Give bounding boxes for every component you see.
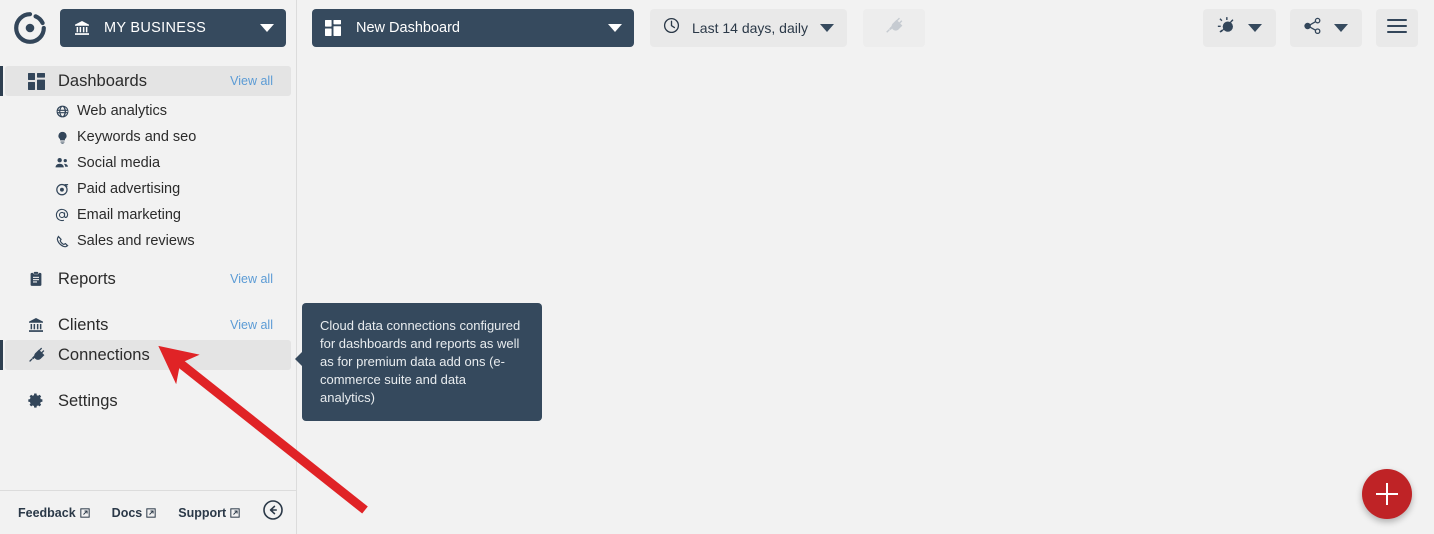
sidebar-subitem-web-analytics[interactable]: Web analytics xyxy=(0,98,296,124)
sidebar-item-reports[interactable]: Reports View all xyxy=(5,264,291,294)
gear-icon xyxy=(24,393,48,410)
docs-link-label: Docs xyxy=(111,505,143,520)
target-ad-icon xyxy=(54,183,70,196)
sidebar: MY BUSINESS Dashboards View all Web anal… xyxy=(0,0,297,534)
external-link-icon xyxy=(146,507,156,518)
share-button[interactable] xyxy=(1290,9,1362,47)
date-range-selector[interactable]: Last 14 days, daily xyxy=(650,9,847,47)
plug-icon xyxy=(24,347,48,364)
sidebar-subitem-social-media[interactable]: Social media xyxy=(0,150,296,176)
people-icon xyxy=(54,156,70,170)
connections-toolbar-button[interactable] xyxy=(862,9,925,47)
chevron-down-icon xyxy=(260,24,274,32)
sidebar-subitem-sales-and-reviews[interactable]: Sales and reviews xyxy=(0,228,296,254)
reports-view-all-link[interactable]: View all xyxy=(230,272,273,286)
app-root: MY BUSINESS Dashboards View all Web anal… xyxy=(0,0,1434,534)
sidebar-item-label: Reports xyxy=(58,269,116,288)
lightbulb-icon xyxy=(54,131,70,144)
dashboard-selector-label: New Dashboard xyxy=(356,20,460,36)
add-widget-fab[interactable] xyxy=(1362,469,1412,519)
sidebar-item-dashboards[interactable]: Dashboards View all xyxy=(0,66,291,96)
support-link[interactable]: Support xyxy=(178,506,240,520)
business-selector-label: MY BUSINESS xyxy=(104,20,207,36)
globe-icon xyxy=(54,105,70,118)
sidebar-item-settings[interactable]: Settings xyxy=(5,386,291,416)
sidebar-collapse-button[interactable] xyxy=(262,499,284,526)
sidebar-item-label: Connections xyxy=(58,345,150,364)
top-toolbar: New Dashboard Last 14 days, daily xyxy=(298,0,1434,56)
sidebar-item-label: Settings xyxy=(58,391,118,410)
sidebar-item-clients[interactable]: Clients View all xyxy=(5,310,291,340)
plug-icon xyxy=(885,17,903,40)
support-link-label: Support xyxy=(178,505,227,520)
sidebar-header: MY BUSINESS xyxy=(0,0,296,56)
sidebar-subitem-label: Keywords and seo xyxy=(77,129,197,145)
chevron-down-icon xyxy=(1248,24,1262,32)
docs-link[interactable]: Docs xyxy=(112,506,157,520)
dashboards-sublist: Web analytics Keywords and seo Social me… xyxy=(0,98,296,254)
bank-icon xyxy=(24,317,48,333)
connections-tooltip: Cloud data connections configured for da… xyxy=(295,303,542,421)
sidebar-nav: Dashboards View all Web analytics Keywor… xyxy=(0,56,296,490)
sidebar-subitem-keywords-and-seo[interactable]: Keywords and seo xyxy=(0,124,296,150)
chevron-down-icon xyxy=(608,24,622,32)
external-link-icon xyxy=(80,507,90,518)
theme-contrast-icon xyxy=(1217,16,1236,40)
chevron-down-icon xyxy=(819,24,834,32)
plus-icon xyxy=(1376,492,1398,496)
phone-icon xyxy=(54,235,70,248)
bank-icon xyxy=(72,20,92,36)
business-selector[interactable]: MY BUSINESS xyxy=(60,9,286,47)
sidebar-item-label: Dashboards xyxy=(58,71,147,90)
sidebar-subitem-email-marketing[interactable]: Email marketing xyxy=(0,202,296,228)
target-ring-logo-icon[interactable] xyxy=(12,10,48,46)
clipboard-icon xyxy=(24,271,48,287)
feedback-link-label: Feedback xyxy=(18,505,76,520)
clients-view-all-link[interactable]: View all xyxy=(230,318,273,332)
clock-icon xyxy=(663,17,680,39)
hamburger-menu-icon xyxy=(1386,17,1408,40)
sidebar-subitem-label: Email marketing xyxy=(77,207,181,223)
sidebar-subitem-label: Social media xyxy=(77,155,161,171)
dashboard-grid-icon xyxy=(24,72,48,90)
chevron-down-icon xyxy=(1334,24,1348,32)
external-link-icon xyxy=(230,507,240,518)
date-range-label: Last 14 days, daily xyxy=(692,20,808,36)
sidebar-item-label: Clients xyxy=(58,315,109,334)
share-nodes-icon xyxy=(1304,17,1322,40)
at-sign-icon xyxy=(54,208,70,222)
menu-button[interactable] xyxy=(1376,9,1418,47)
sidebar-item-connections[interactable]: Connections xyxy=(0,340,291,370)
dashboard-canvas xyxy=(298,56,1434,534)
sidebar-subitem-label: Paid advertising xyxy=(77,181,181,197)
sidebar-subitem-label: Sales and reviews xyxy=(77,233,195,249)
arrow-left-circle-icon xyxy=(262,499,284,526)
feedback-link[interactable]: Feedback xyxy=(18,506,90,520)
dashboard-selector[interactable]: New Dashboard xyxy=(312,9,634,47)
dashboards-view-all-link[interactable]: View all xyxy=(230,74,273,88)
dashboard-grid-icon xyxy=(324,20,342,36)
sidebar-footer: Feedback Docs Support xyxy=(0,490,296,534)
sidebar-subitem-paid-advertising[interactable]: Paid advertising xyxy=(0,176,296,202)
sidebar-subitem-label: Web analytics xyxy=(77,103,167,119)
theme-button[interactable] xyxy=(1203,9,1276,47)
